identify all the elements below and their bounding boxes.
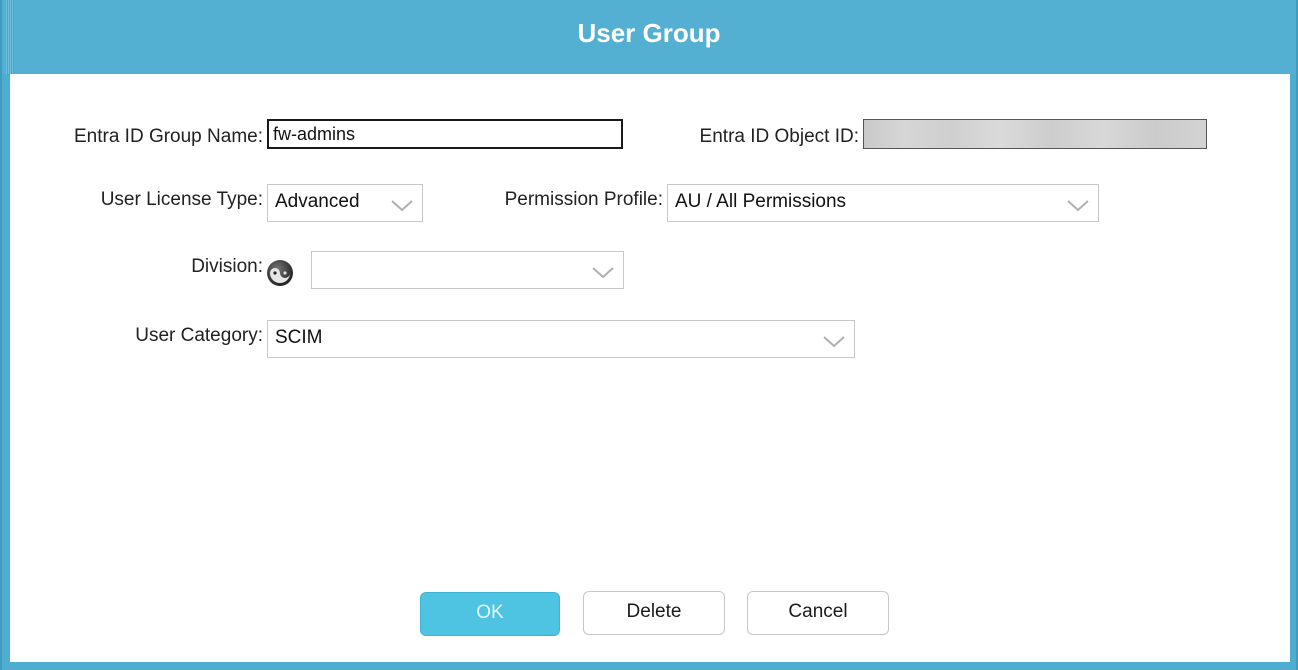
delete-button[interactable]: Delete bbox=[583, 591, 725, 635]
group-name-label: Entra ID Group Name: bbox=[73, 126, 263, 147]
permission-profile-label: Permission Profile: bbox=[504, 189, 663, 210]
division-label: Division: bbox=[191, 256, 263, 277]
permission-profile-value: AU / All Permissions bbox=[675, 191, 847, 212]
cancel-button[interactable]: Cancel bbox=[747, 591, 889, 635]
group-name-input[interactable] bbox=[267, 119, 623, 149]
user-category-label: User Category: bbox=[135, 325, 263, 346]
user-category-value: SCIM bbox=[275, 327, 323, 348]
chevron-down-icon bbox=[823, 336, 845, 348]
dialog-titlebar[interactable]: User Group bbox=[2, 0, 1296, 74]
chevron-down-icon bbox=[1067, 200, 1089, 212]
license-type-select[interactable]: Advanced bbox=[267, 184, 423, 222]
license-type-label: User License Type: bbox=[100, 189, 263, 210]
object-id-label: Entra ID Object ID: bbox=[699, 126, 859, 147]
license-type-value: Advanced bbox=[275, 191, 360, 212]
division-select[interactable] bbox=[311, 251, 624, 289]
user-category-select[interactable]: SCIM bbox=[267, 320, 855, 358]
object-id-field-redacted bbox=[863, 119, 1207, 149]
permission-profile-select[interactable]: AU / All Permissions bbox=[667, 184, 1099, 222]
dialog-title: User Group bbox=[577, 18, 721, 48]
yin-yang-icon[interactable] bbox=[265, 258, 295, 288]
chevron-down-icon bbox=[391, 200, 413, 212]
ok-button[interactable]: OK bbox=[420, 592, 560, 636]
user-group-dialog: User Group Entra ID Group Name: Entra ID… bbox=[0, 0, 1298, 670]
chevron-down-icon bbox=[592, 267, 614, 279]
dialog-body bbox=[10, 74, 1290, 662]
